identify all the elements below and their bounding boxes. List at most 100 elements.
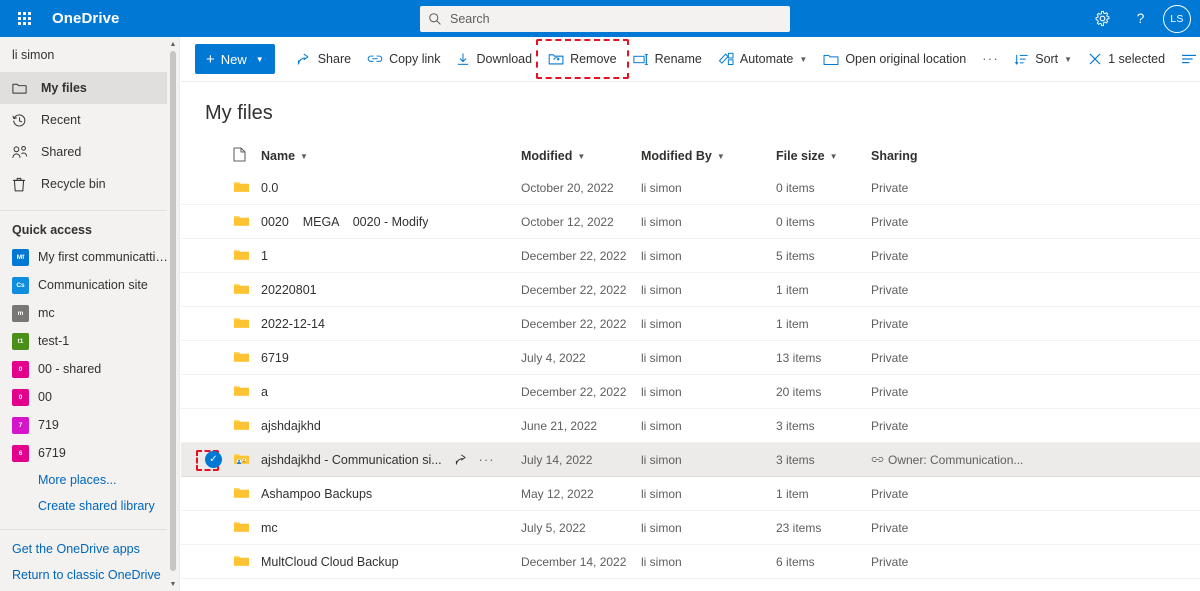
quick-access-item[interactable]: 000 - shared <box>0 355 179 383</box>
sidebar-item-recent[interactable]: Recent <box>0 104 179 136</box>
quick-access-item[interactable]: t1test-1 <box>0 327 179 355</box>
column-header-modified-by[interactable]: Modified By ▼ <box>641 149 776 163</box>
gear-icon[interactable] <box>1083 0 1121 37</box>
file-name-cell[interactable]: 0020 MEGA 0020 - Modify <box>261 215 521 229</box>
scrollbar-thumb[interactable] <box>170 51 176 571</box>
sharing-cell[interactable]: Private <box>871 181 1051 195</box>
create-shared-library-link[interactable]: Create shared library <box>0 493 179 519</box>
file-name-cell[interactable]: mc <box>261 521 521 535</box>
sharing-cell[interactable]: Private <box>871 317 1051 331</box>
selection-count-button[interactable]: 1 selected <box>1080 43 1173 75</box>
column-header-sharing[interactable]: Sharing <box>871 149 1051 163</box>
file-name-cell[interactable]: MultCloud Cloud Backup <box>261 555 521 569</box>
column-header-name[interactable]: Name ▼ <box>261 149 521 163</box>
file-name-label: a <box>261 385 268 399</box>
remove-button[interactable]: Remove <box>540 43 625 75</box>
file-name-cell[interactable]: ajshdajkhd - Communication si... ··· <box>261 453 521 467</box>
share-icon[interactable] <box>450 453 474 466</box>
sharing-cell[interactable]: Private <box>871 351 1051 365</box>
sharing-cell[interactable]: Private <box>871 419 1051 433</box>
sharing-cell[interactable]: Private <box>871 521 1051 535</box>
table-row[interactable]: 2022-12-14December 22, 2022li simon1 ite… <box>181 307 1200 341</box>
quick-access-item[interactable]: 66719 <box>0 439 179 467</box>
sort-button[interactable]: Sort ▼ <box>1007 43 1080 75</box>
table-row[interactable]: ✓ajshdajkhd - Communication si...···July… <box>181 443 1200 477</box>
rename-button[interactable]: Rename <box>625 43 710 75</box>
file-name-cell[interactable]: 1 <box>261 249 521 263</box>
quick-access-item[interactable]: 000 <box>0 383 179 411</box>
download-button[interactable]: Download <box>448 43 540 75</box>
avatar[interactable]: LS <box>1163 5 1191 33</box>
get-onedrive-apps-link[interactable]: Get the OneDrive apps <box>0 536 179 562</box>
automate-icon <box>718 52 734 66</box>
sharing-cell[interactable]: Private <box>871 249 1051 263</box>
table-row[interactable]: mcJuly 5, 2022li simon23 itemsPrivate <box>181 511 1200 545</box>
scroll-down-arrow[interactable]: ▼ <box>167 577 179 591</box>
search-box[interactable] <box>420 6 790 32</box>
file-name-cell[interactable]: 6719 <box>261 351 521 365</box>
folder-icon <box>233 485 261 503</box>
modified-by-cell: li simon <box>641 453 776 467</box>
modified-date-cell: October 20, 2022 <box>521 181 641 195</box>
quick-access-item[interactable]: mmc <box>0 299 179 327</box>
overflow-menu-button[interactable]: ··· <box>974 43 1007 75</box>
new-button-label: New <box>221 52 247 67</box>
quick-access-item[interactable]: MfMy first communicattio... <box>0 243 179 271</box>
file-name-cell[interactable]: 20220801 <box>261 283 521 297</box>
search-icon <box>428 12 442 26</box>
table-row[interactable]: 20220801December 22, 2022li simon1 itemP… <box>181 273 1200 307</box>
quick-access-item[interactable]: CsCommunication site <box>0 271 179 299</box>
shared-folder-icon <box>233 451 261 469</box>
automate-button[interactable]: Automate ▼ <box>710 43 815 75</box>
more-icon[interactable]: ··· <box>474 453 500 467</box>
sidebar-item-shared[interactable]: Shared <box>0 136 179 168</box>
folder-icon <box>233 247 261 265</box>
sharing-cell[interactable]: Private <box>871 283 1051 297</box>
file-name-label: ajshdajkhd - Communication si... <box>261 453 442 467</box>
file-name-cell[interactable]: Ashampoo Backups <box>261 487 521 501</box>
open-original-location-button[interactable]: Open original location <box>815 43 974 75</box>
file-name-cell[interactable]: ajshdajkhd <box>261 419 521 433</box>
table-row[interactable]: 0020 MEGA 0020 - ModifyOctober 12, 2022l… <box>181 205 1200 239</box>
table-row[interactable]: 1December 22, 2022li simon5 itemsPrivate <box>181 239 1200 273</box>
new-button[interactable]: + New ▼ <box>195 44 275 74</box>
more-places-link[interactable]: More places... <box>0 467 179 493</box>
quick-access-item[interactable]: 7719 <box>0 411 179 439</box>
search-input[interactable] <box>450 12 782 26</box>
sharing-cell[interactable]: Owner: Communication... <box>871 453 1051 467</box>
sidebar-item-recycle-bin[interactable]: Recycle bin <box>0 168 179 200</box>
sidebar-item-my-files[interactable]: My files <box>0 72 179 104</box>
file-name-cell[interactable]: 2022-12-14 <box>261 317 521 331</box>
view-options-button[interactable]: ▼ <box>1173 43 1200 75</box>
column-header-modified[interactable]: Modified ▼ <box>521 149 641 163</box>
sharing-cell[interactable]: Private <box>871 215 1051 229</box>
row-checkbox[interactable]: ✓ <box>205 451 233 468</box>
table-row[interactable]: 6719July 4, 2022li simon13 itemsPrivate <box>181 341 1200 375</box>
table-row[interactable]: Ashampoo BackupsMay 12, 2022li simon1 it… <box>181 477 1200 511</box>
modified-date-cell: October 12, 2022 <box>521 215 641 229</box>
sharing-cell[interactable]: Private <box>871 487 1051 501</box>
share-button[interactable]: Share <box>289 43 359 75</box>
people-icon <box>12 144 32 160</box>
app-launcher-icon[interactable] <box>0 0 48 37</box>
sharing-cell[interactable]: Private <box>871 555 1051 569</box>
help-icon[interactable]: ? <box>1121 0 1159 37</box>
file-name-label: 1 <box>261 249 268 263</box>
table-row[interactable]: aDecember 22, 2022li simon20 itemsPrivat… <box>181 375 1200 409</box>
sidebar-scrollbar[interactable]: ▲ ▼ <box>167 37 179 591</box>
table-row[interactable]: ajshdajkhdJune 21, 2022li simon3 itemsPr… <box>181 409 1200 443</box>
table-row[interactable]: MultCloud Cloud BackupDecember 14, 2022l… <box>181 545 1200 579</box>
sharing-cell[interactable]: Private <box>871 385 1051 399</box>
sharing-label: Private <box>871 385 908 399</box>
column-header-file-size[interactable]: File size ▼ <box>776 149 871 163</box>
command-bar: + New ▼ Share Copy link <box>181 37 1200 82</box>
sharing-label: Private <box>871 351 908 365</box>
file-name-cell[interactable]: 0.0 <box>261 181 521 195</box>
scroll-up-arrow[interactable]: ▲ <box>167 37 179 51</box>
onedrive-brand-label[interactable]: OneDrive <box>52 10 120 27</box>
copy-link-button[interactable]: Copy link <box>359 43 448 75</box>
file-name-cell[interactable]: a <box>261 385 521 399</box>
return-to-classic-onedrive-link[interactable]: Return to classic OneDrive <box>0 562 179 588</box>
table-row[interactable]: 0.0October 20, 2022li simon0 itemsPrivat… <box>181 171 1200 205</box>
command-label: Copy link <box>389 52 440 66</box>
